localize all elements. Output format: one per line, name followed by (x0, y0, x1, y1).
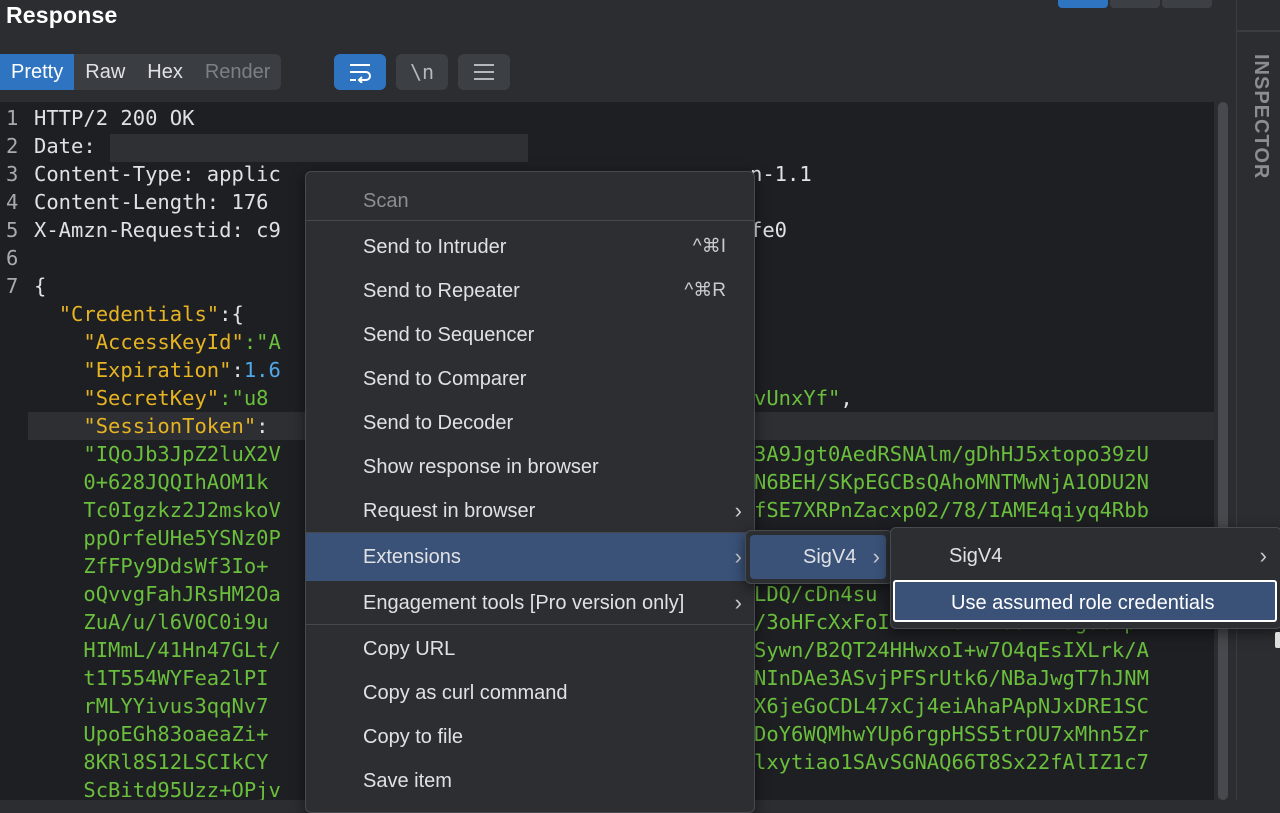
menu-item-label: Copy URL (363, 638, 456, 660)
extensions-submenu: SigV4 › (745, 530, 893, 584)
menu-item-label: Send to Repeater (363, 280, 520, 302)
line-number: 4 (6, 190, 19, 214)
shortcut-hint: ^⌘R (684, 280, 726, 301)
tab-hex[interactable]: Hex (136, 54, 194, 90)
context-menu: Scan Send to Intruder ^⌘I Send to Repeater ^… (305, 171, 755, 813)
menu-item-show-response-in-browser[interactable]: Show response in browser (306, 445, 754, 489)
code-text: rMLYYivus3qqNv7 (34, 694, 269, 718)
layout-toggle-3[interactable] (1162, 0, 1212, 8)
submenu-item-sigv4[interactable]: SigV4 › (750, 535, 886, 579)
action-label: Use assumed role credentials (951, 592, 1215, 614)
code-text: "IQoJb3JpZ2luX2V (34, 442, 281, 466)
shortcut-hint: ^⌘I (692, 236, 726, 257)
menu-item-label: Request in browser (363, 500, 536, 522)
code-text: "Credentials":{ (58, 302, 244, 326)
chevron-right-icon: › (1259, 543, 1267, 568)
menu-item-request-in-browser[interactable]: Request in browser › (306, 489, 754, 533)
menu-item-label: Copy as curl command (363, 682, 568, 704)
code-text: "Expiration":1.6 (83, 358, 281, 382)
menu-item-extensions[interactable]: Extensions › (306, 533, 754, 581)
code-text: "SessionToken": (83, 414, 269, 438)
menu-item-label: Send to Intruder (363, 236, 507, 258)
menu-item-send-to-repeater[interactable]: Send to Repeater ^⌘R (306, 269, 754, 313)
scrollbar-thumb[interactable] (1218, 102, 1228, 800)
panel-title: Response (6, 2, 118, 28)
editor-scrollbar[interactable] (1216, 102, 1230, 800)
line-number: 2 (6, 134, 19, 158)
menu-item-scan[interactable]: Scan (306, 179, 754, 223)
code-text: oQvvgFahJRsHM2Oa (34, 582, 281, 606)
sigv4-submenu-header[interactable]: SigV4 › (891, 534, 1280, 578)
tab-raw[interactable]: Raw (74, 54, 136, 90)
menu-item-label: Scan (363, 190, 409, 212)
code-text: ZfFPy9DdsWf3Io+ (34, 554, 269, 578)
inspector-label[interactable]: INSPECTOR (1249, 54, 1272, 179)
code-text: 0+628JQQIhAOM1k (34, 470, 269, 494)
menu-item-label: Show response in browser (363, 456, 599, 478)
newline-toggle-button[interactable]: \n (396, 54, 448, 90)
menu-item-label: Extensions (363, 546, 461, 568)
hamburger-menu-icon (474, 64, 494, 80)
menu-item-engagement-tools-pro-version-only[interactable]: Engagement tools [Pro version only] › (306, 581, 754, 625)
tab-pretty[interactable]: Pretty (0, 54, 75, 90)
menu-item-label: Send to Decoder (363, 412, 514, 434)
menu-item-label: Send to Comparer (363, 368, 527, 390)
code-text: "SecretKey":"u8 (83, 386, 269, 410)
code-text: HTTP/2 200 OK (34, 106, 195, 130)
menu-item-send-to-intruder[interactable]: Send to Intruder ^⌘I (306, 225, 754, 269)
submenu-item-label: SigV4 (803, 546, 857, 568)
mouse-cursor (1275, 632, 1280, 648)
chevron-right-icon: › (734, 498, 742, 523)
menu-item-copy-as-curl-command[interactable]: Copy as curl command (306, 671, 754, 715)
menu-item-label: Send to Sequencer (363, 324, 535, 346)
menu-item-save-item[interactable]: Save item (306, 759, 754, 803)
layout-toggle-2[interactable] (1110, 0, 1160, 8)
use-assumed-role-credentials-item[interactable]: Use assumed role credentials (893, 580, 1277, 622)
newline-label: \n (409, 60, 435, 84)
menu-item-send-to-decoder[interactable]: Send to Decoder (306, 401, 754, 445)
line-number: 6 (6, 246, 19, 270)
chevron-right-icon: › (872, 544, 880, 569)
code-text: "AccessKeyId":"A (83, 330, 281, 354)
sigv4-submenu: SigV4 › Use assumed role credentials (890, 527, 1280, 629)
sigv4-header-label: SigV4 (949, 545, 1003, 567)
wrap-lines-icon (350, 64, 371, 83)
menu-item-copy-url[interactable]: Copy URL (306, 627, 754, 671)
code-text: Date: (34, 134, 109, 158)
menu-item-copy-to-file[interactable]: Copy to file (306, 715, 754, 759)
menu-item-label: Engagement tools [Pro version only] (363, 592, 685, 614)
chevron-right-icon: › (734, 544, 742, 569)
chevron-right-icon: › (734, 590, 742, 615)
line-number: 3 (6, 162, 19, 186)
view-tabs: Pretty Raw Hex Render (0, 54, 282, 90)
options-menu-button[interactable] (458, 54, 510, 90)
menu-item-label: Save item (363, 770, 452, 792)
code-text: Content-Length: 176 (34, 190, 269, 214)
tab-render[interactable]: Render (194, 54, 282, 90)
line-number: 5 (6, 218, 19, 242)
code-text: Tc0Igzkz2J2mskoV (34, 498, 281, 522)
code-text: ZuA/u/l6V0C0i9u (34, 610, 269, 634)
code-text: UpoEGh83oaeaZi+ (34, 722, 269, 746)
layout-toggle-1[interactable] (1058, 0, 1108, 8)
code-text: 8KRl8S12LSCIkCY (34, 750, 269, 774)
line-number: 7 (6, 274, 19, 298)
redacted-date-block (110, 134, 528, 162)
code-text: ppOrfeUHe5YSNz0P (34, 526, 281, 550)
wrap-lines-button[interactable] (334, 54, 386, 90)
code-text: { (34, 274, 47, 298)
code-text: HIMmL/41Hn47GLt/ (34, 638, 281, 662)
menu-item-label: Copy to file (363, 726, 464, 748)
code-text: X-Amzn-Requestid: c9 (34, 218, 281, 242)
code-text: ScBitd95Uzz+OPjv (34, 778, 281, 800)
code-text: Content-Type: applic (34, 162, 281, 186)
line-number: 1 (6, 106, 19, 130)
menu-item-send-to-comparer[interactable]: Send to Comparer (306, 357, 754, 401)
code-text: t1T554WYFea2lPI (34, 666, 269, 690)
menu-item-send-to-sequencer[interactable]: Send to Sequencer (306, 313, 754, 357)
inspector-divider (1237, 30, 1280, 32)
inspector-panel[interactable]: INSPECTOR (1236, 0, 1280, 800)
